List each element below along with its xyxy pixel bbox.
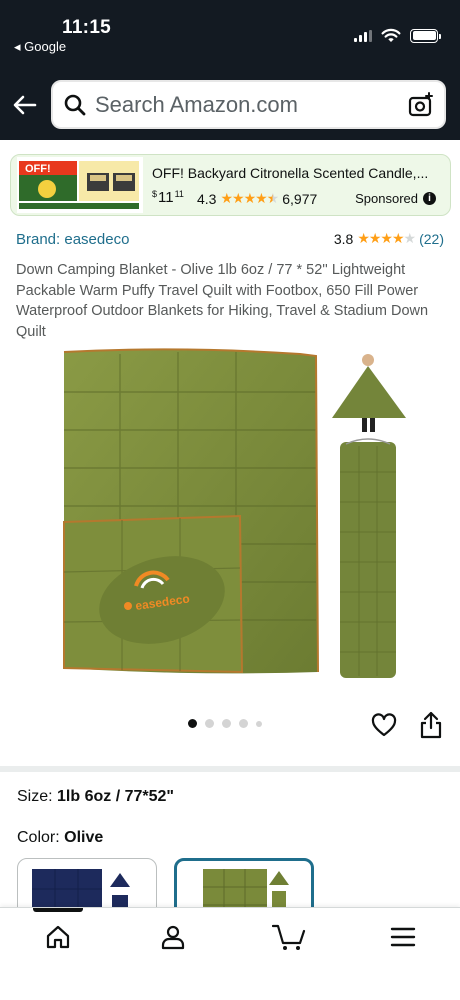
sponsored-text: Sponsored: [355, 191, 418, 206]
ad-title[interactable]: OFF! Backyard Citronella Scented Candle,…: [152, 165, 428, 181]
color-selector: Color: Olive: [17, 829, 103, 847]
carousel-dot[interactable]: [222, 719, 231, 728]
back-arrow-icon[interactable]: [12, 92, 38, 118]
cart-icon: [272, 924, 306, 950]
section-divider: [0, 766, 460, 772]
size-label: Size:: [17, 788, 53, 805]
battery-icon: [410, 28, 441, 43]
sponsored-label[interactable]: Sponsored i: [355, 191, 436, 206]
carousel-dot[interactable]: [205, 719, 214, 728]
product-rating-value: 3.8: [333, 230, 354, 247]
ad-rating-value: 4.3: [197, 190, 217, 207]
wifi-icon: [381, 28, 401, 42]
color-value: Olive: [64, 829, 104, 846]
image-carousel-indicator: [188, 719, 262, 728]
ad-price: $1111: [152, 189, 185, 206]
search-placeholder: Search Amazon.com: [95, 92, 298, 117]
nav-home[interactable]: [43, 922, 73, 952]
product-image[interactable]: easedeco: [50, 342, 412, 682]
size-selector: Size: 1lb 6oz / 77*52": [17, 788, 174, 806]
nav-cart[interactable]: [272, 922, 306, 952]
nav-account[interactable]: [158, 922, 188, 952]
color-label: Color:: [17, 829, 60, 846]
share-icon[interactable]: [419, 711, 443, 739]
svg-text:OFF!: OFF!: [25, 163, 51, 175]
product-title: Down Camping Blanket - Olive 1lb 6oz / 7…: [16, 262, 429, 340]
bottom-nav: [0, 907, 460, 1000]
sponsored-ad-banner[interactable]: OFF! OFF! Backyard Citronella Scented Ca…: [10, 154, 451, 216]
product-rating[interactable]: 3.8 ★★★★★ (22): [334, 230, 444, 247]
app-header: 11:15 ◂ Google Search Amazon.com: [0, 0, 460, 140]
ad-price-fraction: 11: [174, 189, 184, 199]
back-to-app-link[interactable]: ◂ Google: [14, 39, 66, 55]
product-star-rating-icon: ★★★★★: [357, 230, 416, 246]
status-icons: [354, 28, 441, 43]
size-value: 1lb 6oz / 77*52": [57, 788, 175, 805]
heart-icon[interactable]: [371, 713, 397, 739]
ad-review-count: 6,977: [282, 190, 318, 207]
nav-menu[interactable]: [388, 922, 418, 952]
account-icon: [161, 925, 185, 950]
ad-product-image: OFF!: [17, 157, 143, 213]
cellular-signal-icon: [354, 29, 372, 42]
active-tab-indicator: [33, 908, 83, 912]
product-review-count[interactable]: (22): [419, 231, 444, 247]
search-input[interactable]: Search Amazon.com: [51, 80, 446, 129]
camera-search-icon[interactable]: [408, 92, 434, 118]
status-time: 11:15: [62, 17, 112, 38]
ad-star-rating-icon: ★★★★★: [220, 190, 279, 206]
info-icon[interactable]: i: [423, 192, 436, 205]
carousel-dot[interactable]: [256, 720, 262, 727]
home-icon: [46, 925, 70, 949]
ad-price-symbol: $: [152, 189, 158, 199]
back-app-name: Google: [24, 39, 67, 54]
ad-price-whole: 11: [158, 189, 174, 206]
menu-icon: [390, 927, 416, 947]
ad-rating: 4.3 ★★★★★ 6,977: [197, 190, 317, 207]
search-icon: [64, 94, 86, 116]
carousel-dot[interactable]: [239, 719, 248, 728]
carousel-dot[interactable]: [188, 719, 197, 728]
brand-link[interactable]: Brand: easedeco: [16, 231, 129, 248]
